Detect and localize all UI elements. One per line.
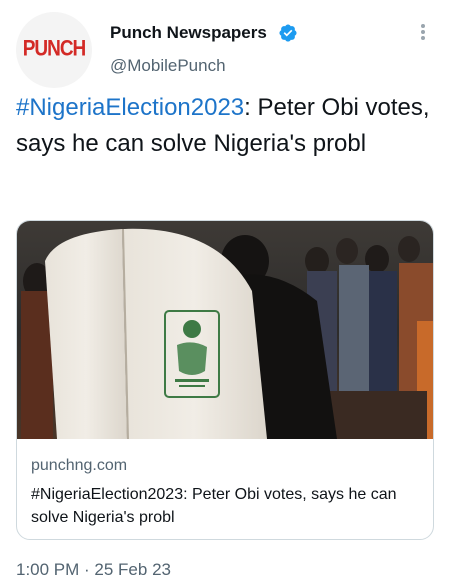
- more-dot: [421, 30, 425, 34]
- card-title: #NigeriaElection2023: Peter Obi votes, s…: [31, 486, 397, 526]
- more-vertical-icon[interactable]: [417, 20, 429, 44]
- tweet-text: #NigeriaElection2023: Peter Obi votes, s…: [16, 90, 436, 162]
- punch-logo: PUNCH: [22, 37, 87, 62]
- tweet: PUNCH Punch Newspapers @MobilePunch #Nig…: [0, 0, 452, 585]
- link-card[interactable]: punchng.com #NigeriaElection2023: Peter …: [16, 220, 434, 540]
- author-name[interactable]: Punch Newspapers: [110, 23, 267, 43]
- timestamp[interactable]: 1:00 PM · 25 Feb 23: [16, 560, 171, 580]
- avatar[interactable]: PUNCH: [16, 12, 92, 88]
- hashtag-link[interactable]: #NigeriaElection2023: [16, 94, 244, 121]
- more-dot: [421, 24, 425, 28]
- more-dot: [421, 36, 425, 40]
- author-handle[interactable]: @MobilePunch: [110, 56, 226, 76]
- verified-badge-icon: [279, 24, 297, 42]
- card-domain: punchng.com: [31, 457, 128, 474]
- card-image: [17, 221, 433, 439]
